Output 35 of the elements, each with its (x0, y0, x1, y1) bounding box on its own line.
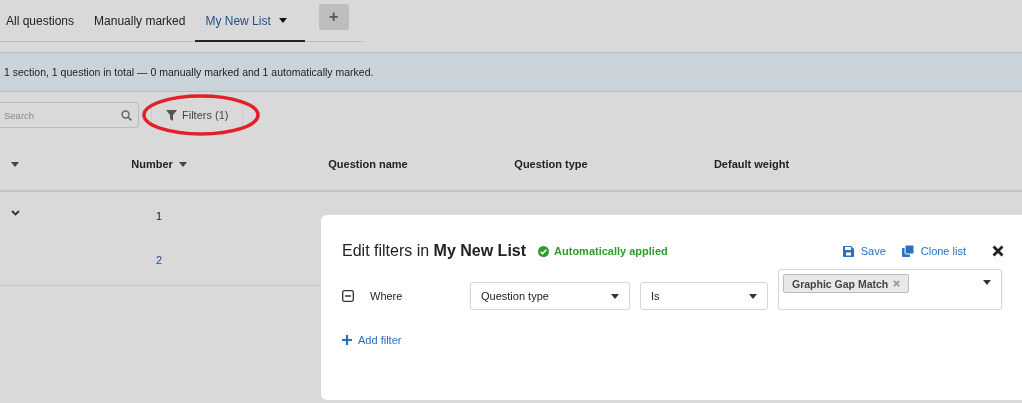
remove-filter-icon[interactable] (342, 290, 354, 302)
add-tab-button[interactable]: + (318, 3, 349, 30)
column-header: Question type (514, 158, 588, 170)
caret-icon (983, 280, 991, 285)
tab[interactable]: Manually marked (84, 1, 196, 42)
save-link[interactable]: Save (842, 245, 886, 257)
clone-list-link[interactable]: Clone list (901, 245, 966, 257)
search-icon (121, 110, 132, 121)
funnel-icon (166, 109, 177, 121)
remove-icon (893, 280, 901, 287)
column-header: Default weight (713, 158, 790, 170)
status-text: Automatically applied (554, 245, 668, 257)
close-icon (992, 245, 1004, 257)
question-number-link[interactable]: 2 (155, 253, 163, 266)
tab[interactable]: My New List (195, 1, 305, 42)
copy-icon (901, 245, 914, 257)
filter-label: Where (370, 290, 404, 302)
panel-title: Edit filters in My New List (342, 242, 527, 260)
caret-icon (278, 18, 287, 23)
summary-bar: 1 section, 1 question in total — 0 manually marked and 1 automatically marked. (0, 52, 1022, 92)
search-field[interactable]: Search (0, 102, 139, 128)
caret-icon (749, 293, 757, 299)
value-tag: Graphic Gap Match (783, 274, 910, 293)
value-select[interactable]: Graphic Gap Match (778, 269, 1002, 310)
add-filter-link[interactable]: Add filter (342, 334, 402, 346)
caret-icon (611, 293, 619, 299)
plus-icon (342, 335, 352, 345)
operator-dropdown[interactable]: Is (640, 282, 768, 310)
table-cell: 1 (155, 210, 163, 222)
filters-button[interactable]: Filters (1) (151, 102, 244, 128)
check-circle-icon (538, 245, 550, 257)
column-header: Question name (328, 158, 408, 170)
field-dropdown[interactable]: Question type (470, 282, 630, 310)
tab[interactable]: All questions (0, 1, 85, 42)
column-header[interactable]: Number (131, 158, 173, 170)
